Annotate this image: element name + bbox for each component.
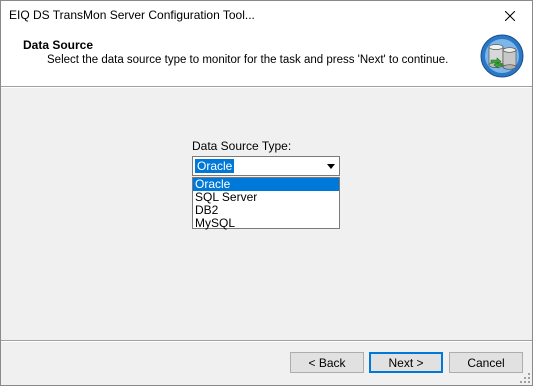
database-icon	[480, 34, 524, 78]
wizard-window: EIQ DS TransMon Server Configuration Too…	[0, 0, 533, 386]
footer-divider	[1, 340, 532, 342]
dropdown-option-mysql[interactable]: MySQL	[193, 217, 339, 230]
page-subtitle: Select the data source type to monitor f…	[47, 54, 449, 66]
title-bar[interactable]: EIQ DS TransMon Server Configuration Too…	[1, 1, 532, 31]
combo-dropdown-button[interactable]	[323, 157, 339, 175]
data-source-type-combo[interactable]: Oracle	[192, 156, 340, 176]
data-source-dropdown-list[interactable]: Oracle SQL Server DB2 MySQL	[192, 177, 340, 230]
close-icon	[504, 11, 515, 21]
next-button[interactable]: Next >	[369, 352, 443, 373]
header-divider	[1, 86, 532, 88]
data-source-type-label: Data Source Type:	[192, 139, 292, 153]
cancel-button[interactable]: Cancel	[449, 352, 523, 373]
window-title: EIQ DS TransMon Server Configuration Too…	[9, 8, 255, 22]
wizard-header: Data Source Select the data source type …	[1, 31, 532, 86]
combo-selected-value: Oracle	[195, 159, 235, 173]
page-title: Data Source	[23, 38, 94, 52]
chevron-down-icon	[327, 163, 335, 169]
back-button[interactable]: < Back	[290, 352, 364, 373]
resize-grip-icon[interactable]	[520, 373, 530, 383]
close-button[interactable]	[487, 1, 532, 31]
